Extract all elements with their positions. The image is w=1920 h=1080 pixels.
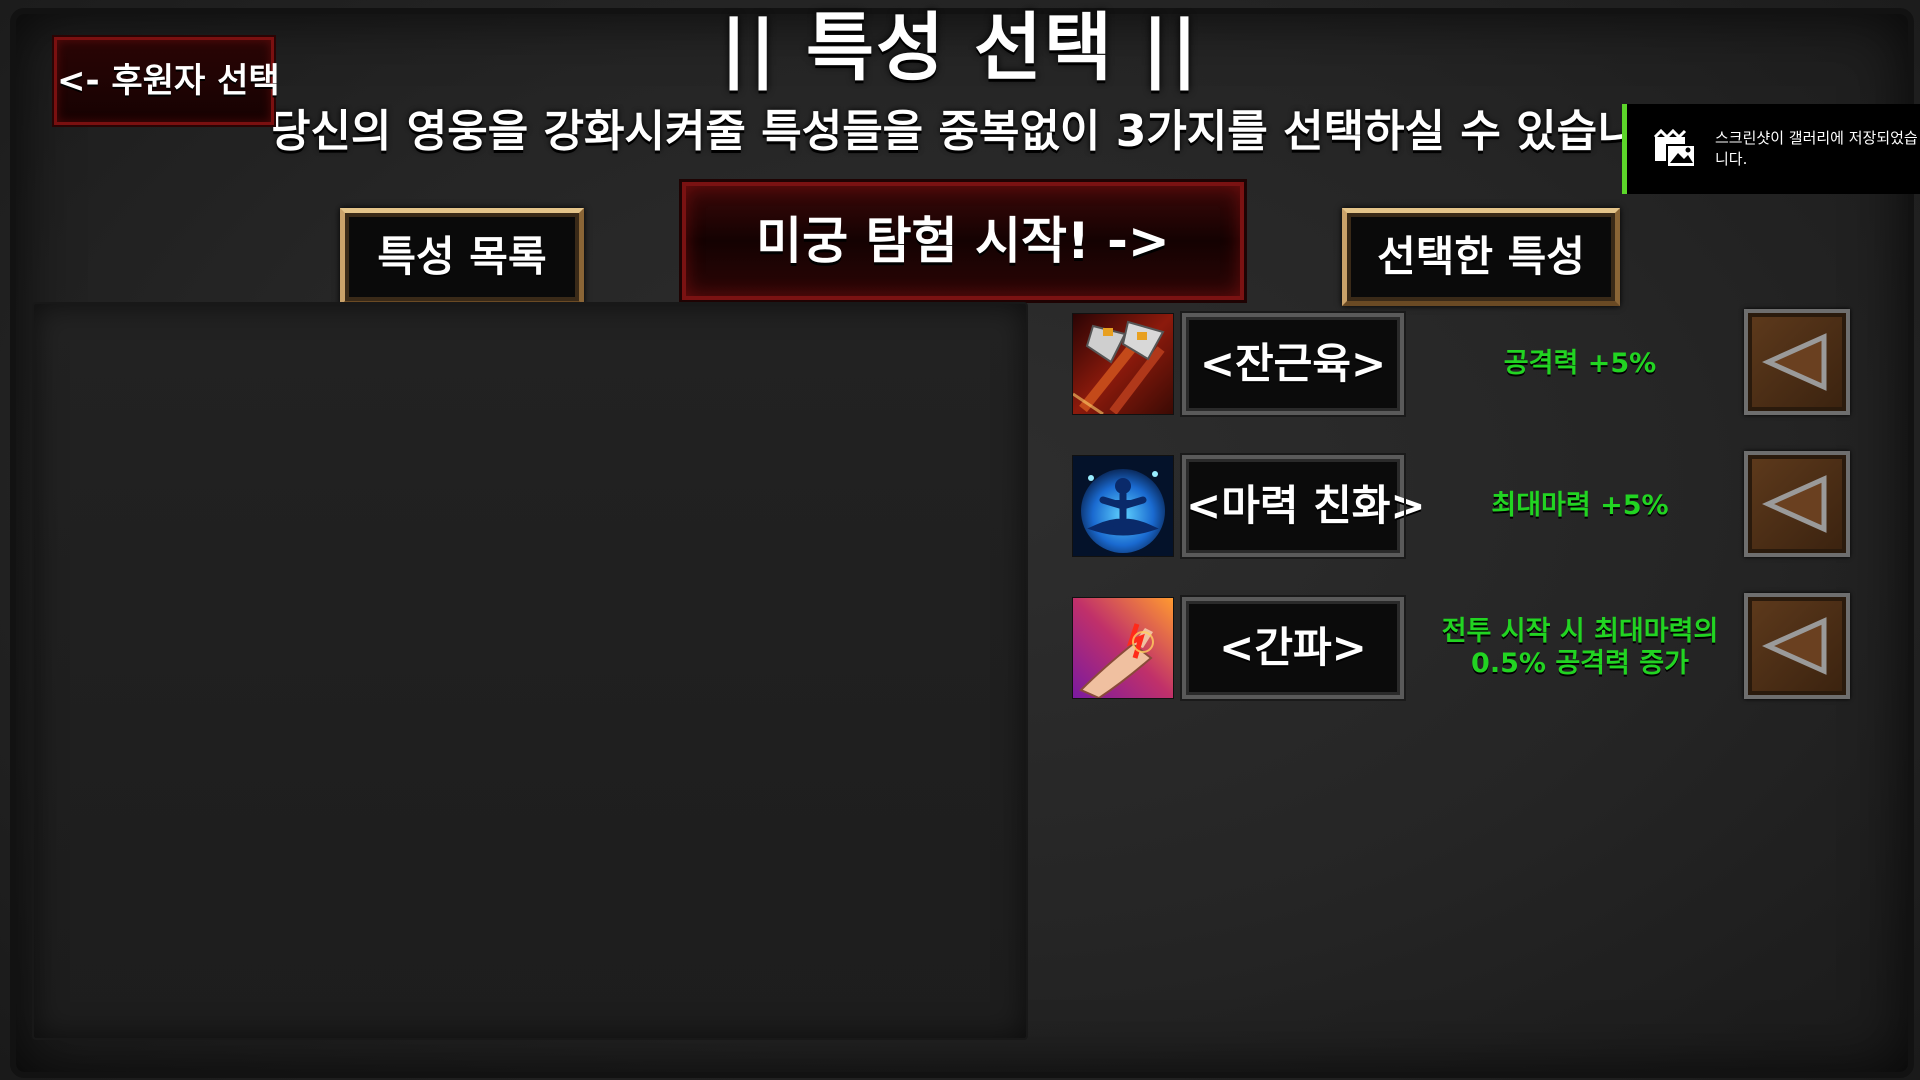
trait-name: <잔근육> xyxy=(1180,311,1406,417)
trait-description: 최대마력 +5% xyxy=(1491,490,1669,521)
selected-trait-row: <간파> 전투 시작 시 최대마력의 0.5% 공격력 증가 xyxy=(1072,593,1862,701)
meditation-icon xyxy=(1072,455,1174,557)
axe-icon xyxy=(1072,313,1174,415)
back-to-sponsor-button[interactable]: <- 후원자 선택 xyxy=(54,37,280,125)
triangle-left-icon xyxy=(1762,475,1827,533)
game-screen: || 특성 선택 || 당신의 영웅을 강화시켜줄 특성들을 중복없이 3가지를… xyxy=(0,0,1920,1080)
start-labyrinth-button[interactable]: 미궁 탐험 시작! -> xyxy=(682,182,1244,300)
selected-traits-label: 선택한 특성 xyxy=(1342,208,1620,306)
screenshot-gallery-icon xyxy=(1653,129,1696,168)
remove-trait-button[interactable] xyxy=(1744,309,1850,415)
screenshot-toast: 스크린샷이 갤러리에 저장되었습니다. xyxy=(1622,104,1920,194)
remove-trait-button[interactable] xyxy=(1744,451,1850,557)
wrist-icon xyxy=(1072,597,1174,699)
remove-trait-button[interactable] xyxy=(1744,593,1850,699)
triangle-left-icon xyxy=(1762,333,1827,391)
trait-name: <마력 친화> xyxy=(1180,453,1426,559)
trait-name: <간파> xyxy=(1180,595,1406,701)
trait-description: 공격력 +5% xyxy=(1503,348,1657,379)
page-title: || 특성 선택 || xyxy=(720,5,1200,91)
toast-message: 스크린샷이 갤러리에 저장되었습니다. xyxy=(1715,129,1918,168)
selected-trait-row: <마력 친화> 최대마력 +5% xyxy=(1072,451,1862,559)
page-subtitle: 당신의 영웅을 강화시켜줄 특성들을 중복없이 3가지를 선택하실 수 있습니다 xyxy=(270,106,1630,157)
trait-list-panel[interactable] xyxy=(32,302,1028,1040)
trait-description: 전투 시작 시 최대마력의 0.5% 공격력 증가 xyxy=(1441,616,1719,679)
triangle-left-icon xyxy=(1762,617,1827,675)
selected-trait-row: <잔근육> 공격력 +5% xyxy=(1072,309,1862,417)
trait-list-label: 특성 목록 xyxy=(340,208,584,306)
